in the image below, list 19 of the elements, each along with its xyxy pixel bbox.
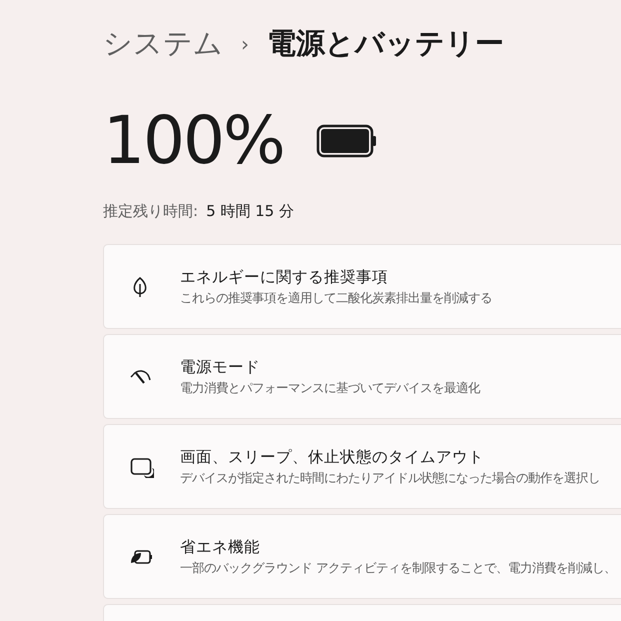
page-title: 電源とバッテリー xyxy=(267,25,504,62)
setting-description: 一部のバックグラウンド アクティビティを制限することで、電力消費を削減し、 xyxy=(180,560,616,577)
setting-title: 省エネ機能 xyxy=(180,536,261,558)
battery-percent: 100% xyxy=(103,108,284,174)
setting-card[interactable]: 省エネ機能 一部のバックグラウンド アクティビティを制限することで、電力消費を削減し、 xyxy=(103,514,621,599)
setting-card[interactable]: 画面、スリープ、休止状態のタイムアウト デバイスが指定された時間にわたりアイドル状態になった場合の動作を選択し xyxy=(103,424,621,509)
setting-title: エネルギーに関する推奨事項 xyxy=(180,266,389,288)
setting-title: 電源モード xyxy=(180,356,261,378)
setting-description: これらの推奨事項を適用して二酸化炭素排出量を削減する xyxy=(180,290,492,307)
setting-title: 画面、スリープ、休止状態のタイムアウト xyxy=(180,446,485,468)
breadcrumb-separator: › xyxy=(241,30,249,58)
setting-card[interactable]: 電源モード 電力消費とパフォーマンスに基づいてデバイスを最適化 xyxy=(103,334,621,419)
setting-card[interactable]: エネルギーに関する推奨事項 これらの推奨事項を適用して二酸化炭素排出量を削減する xyxy=(103,244,621,329)
setting-description: 電力消費とパフォーマンスに基づいてデバイスを最適化 xyxy=(180,380,480,397)
estimate-label: 推定残り時間: xyxy=(103,200,198,222)
estimate-value: 5 時間 15 分 xyxy=(206,200,294,222)
setting-description: デバイスが指定された時間にわたりアイドル状態になった場合の動作を選択し xyxy=(180,470,600,487)
screen-icon xyxy=(130,456,154,478)
breadcrumb-link[interactable]: システム xyxy=(103,22,223,66)
